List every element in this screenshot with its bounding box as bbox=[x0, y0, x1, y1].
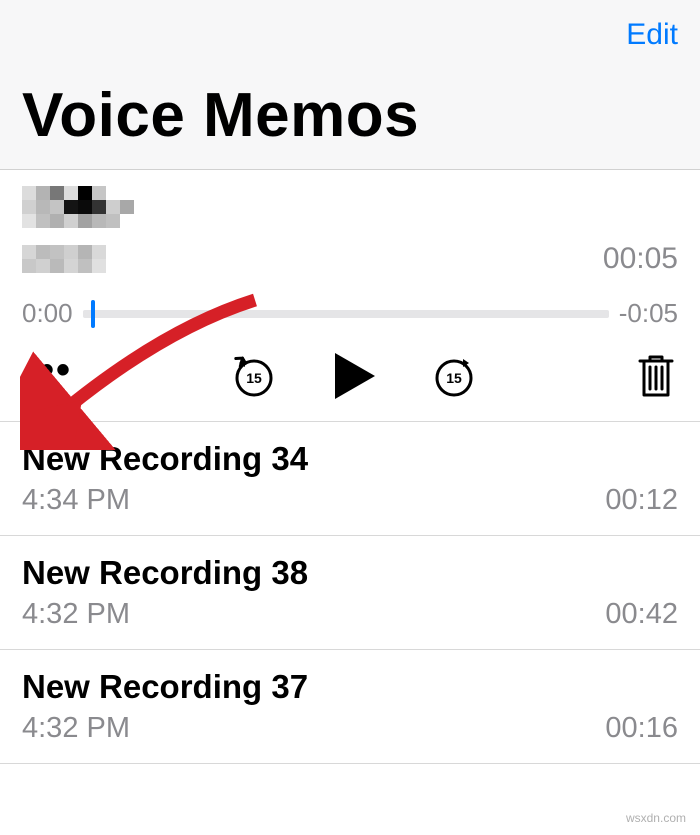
recording-time: 4:32 PM bbox=[22, 598, 130, 631]
play-icon bbox=[331, 351, 377, 401]
expanded-recording-duration: 00:05 bbox=[603, 242, 678, 276]
watermark: wsxdn.com bbox=[626, 811, 686, 825]
scrubber-track[interactable] bbox=[83, 310, 609, 318]
scrubber: 0:00 -0:05 bbox=[22, 298, 678, 329]
skip-forward-15-button[interactable]: 15 bbox=[431, 353, 477, 399]
delete-button[interactable] bbox=[636, 353, 676, 399]
svg-text:15: 15 bbox=[446, 370, 462, 386]
recording-duration: 00:12 bbox=[605, 484, 678, 517]
recording-meta: 4:32 PM 00:42 bbox=[22, 598, 678, 631]
trash-icon bbox=[636, 353, 676, 399]
expanded-recording-meta: 00:05 bbox=[22, 242, 678, 276]
recording-duration: 00:16 bbox=[605, 712, 678, 745]
page-title: Voice Memos bbox=[22, 80, 678, 151]
expanded-recording-subtitle-redacted bbox=[22, 245, 106, 273]
recording-list-item[interactable]: New Recording 37 4:32 PM 00:16 bbox=[0, 650, 700, 764]
svg-text:15: 15 bbox=[246, 370, 262, 386]
recording-meta: 4:34 PM 00:12 bbox=[22, 484, 678, 517]
recording-title: New Recording 34 bbox=[22, 440, 678, 478]
scrubber-time-elapsed: 0:00 bbox=[22, 298, 73, 329]
recording-duration: 00:42 bbox=[605, 598, 678, 631]
recording-meta: 4:32 PM 00:16 bbox=[22, 712, 678, 745]
skip-forward-icon: 15 bbox=[431, 353, 477, 399]
redacted-title-pixelation bbox=[22, 186, 134, 228]
expanded-recording-title-redacted bbox=[22, 186, 678, 228]
edit-button[interactable]: Edit bbox=[626, 18, 678, 52]
edit-row: Edit bbox=[22, 18, 678, 80]
header: Edit Voice Memos bbox=[0, 0, 700, 170]
recording-list-item[interactable]: New Recording 38 4:32 PM 00:42 bbox=[0, 536, 700, 650]
recording-time: 4:34 PM bbox=[22, 484, 130, 517]
recording-title: New Recording 37 bbox=[22, 668, 678, 706]
playback-controls: ••• 15 15 bbox=[22, 351, 678, 401]
play-button[interactable] bbox=[331, 351, 377, 401]
scrubber-thumb[interactable] bbox=[91, 300, 95, 328]
scrubber-time-remaining: -0:05 bbox=[619, 298, 678, 329]
skip-back-icon: 15 bbox=[231, 353, 277, 399]
recording-title: New Recording 38 bbox=[22, 554, 678, 592]
recording-list-item[interactable]: New Recording 34 4:34 PM 00:12 bbox=[0, 422, 700, 536]
more-options-button[interactable]: ••• bbox=[24, 350, 72, 390]
playback-controls-center: 15 15 bbox=[231, 351, 477, 401]
ellipsis-icon: ••• bbox=[24, 348, 72, 392]
skip-back-15-button[interactable]: 15 bbox=[231, 353, 277, 399]
expanded-recording: 00:05 0:00 -0:05 ••• 15 bbox=[0, 170, 700, 422]
recording-time: 4:32 PM bbox=[22, 712, 130, 745]
